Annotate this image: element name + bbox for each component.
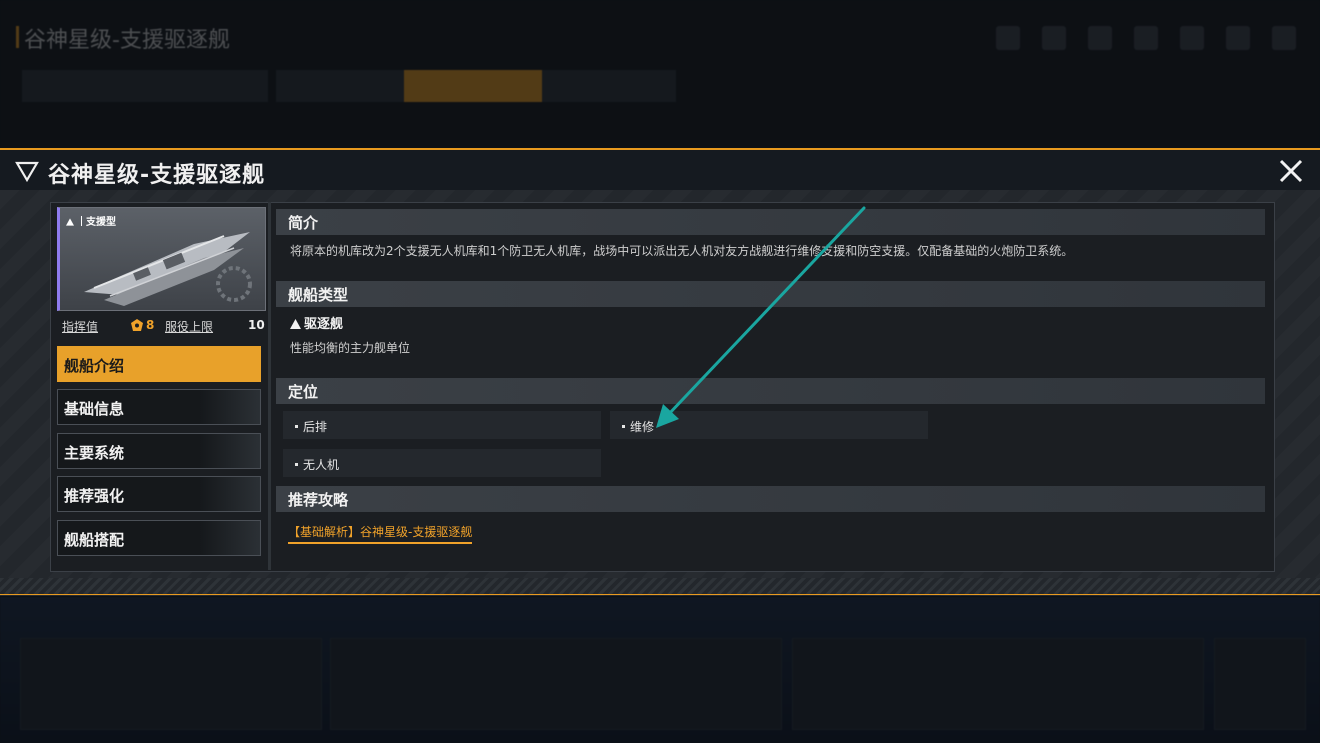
ship-class-name: 驱逐舰 (304, 317, 344, 332)
ship-type-triangle-icon (15, 161, 39, 183)
toolbar-icon (1134, 26, 1158, 50)
guide-link[interactable]: 【基础解析】谷神星级-支援驱逐舰 (288, 523, 473, 544)
bullet-icon (622, 425, 625, 428)
section-guide-header: 推荐攻略 (276, 486, 1265, 512)
background-panel (20, 638, 322, 730)
ship-type-tag: 支援型 (66, 213, 116, 228)
background-panel (792, 638, 1204, 730)
background-title: 谷神星级-支援驱逐舰 (16, 22, 230, 54)
background-tab-active (404, 70, 542, 102)
section-intro-header: 简介 (276, 209, 1265, 235)
bullet-icon (295, 463, 298, 466)
command-value-label[interactable]: 指挥值 (62, 318, 98, 335)
modal-header: 谷神星级-支援驱逐舰 (0, 148, 1320, 192)
ship-class: 驱逐舰 (290, 313, 343, 332)
section-intro-title: 简介 (288, 214, 319, 232)
modal-footer-strip (0, 578, 1320, 595)
service-limit-value: 10 (248, 318, 265, 332)
toolbar-icon (1272, 26, 1296, 50)
ship-class-triangle-icon (66, 218, 74, 226)
background-panel (1214, 638, 1306, 730)
ship-type-label: 支援型 (86, 217, 116, 228)
position-tag: 无人机 (283, 449, 601, 477)
background-stats (22, 70, 268, 102)
position-tag-label: 后排 (303, 420, 328, 434)
toolbar-icon (996, 26, 1020, 50)
position-tag: 维修 (610, 411, 928, 439)
toolbar-icon (1180, 26, 1204, 50)
section-ship-type-header: 舰船类型 (276, 281, 1265, 307)
destroyer-triangle-icon (290, 319, 301, 329)
position-tag-label: 无人机 (303, 458, 340, 472)
command-point-icon (131, 319, 143, 331)
ship-stats-row: 指挥值 8 服役上限 10 (60, 316, 265, 336)
game-screen: 谷神星级-支援驱逐舰 谷神星级-支援驱逐舰 支援型 指挥值 8 服役上限 10 … (0, 0, 1320, 743)
nav-recommended-upgrades[interactable]: 推荐强化 (57, 476, 261, 512)
command-value: 8 (146, 318, 155, 332)
position-tag: 后排 (283, 411, 601, 439)
intro-text: 将原本的机库改为2个支援无人机库和1个防卫无人机库，战场中可以派出无人机对友方战… (290, 244, 1074, 258)
ship-card[interactable]: 支援型 (57, 207, 266, 311)
section-guide-title: 推荐攻略 (288, 491, 349, 509)
section-ship-type-title: 舰船类型 (288, 286, 349, 304)
modal-title: 谷神星级-支援驱逐舰 (48, 163, 266, 188)
left-column: 支援型 指挥值 8 服役上限 10 舰船介绍 基础信息 主要系统 推荐强化 舰船… (56, 206, 266, 566)
nav-basic-info[interactable]: 基础信息 (57, 389, 261, 425)
bullet-icon (295, 425, 298, 428)
service-limit-label[interactable]: 服役上限 (165, 318, 213, 335)
toolbar-icon (1088, 26, 1112, 50)
section-positioning-header: 定位 (276, 378, 1265, 404)
toolbar-icon (1042, 26, 1066, 50)
background-panel (330, 638, 782, 730)
nav-ship-combination[interactable]: 舰船搭配 (57, 520, 261, 556)
section-positioning-title: 定位 (288, 383, 319, 401)
ship-image (84, 232, 252, 306)
background-toolbar (936, 26, 1296, 50)
column-divider (268, 202, 271, 570)
ship-class-desc: 性能均衡的主力舰单位 (290, 341, 411, 355)
nav-ship-intro[interactable]: 舰船介绍 (57, 346, 261, 382)
nav-main-systems[interactable]: 主要系统 (57, 433, 261, 469)
toolbar-icon (1226, 26, 1250, 50)
position-tag-label: 维修 (630, 420, 655, 434)
close-icon[interactable] (1276, 156, 1306, 186)
